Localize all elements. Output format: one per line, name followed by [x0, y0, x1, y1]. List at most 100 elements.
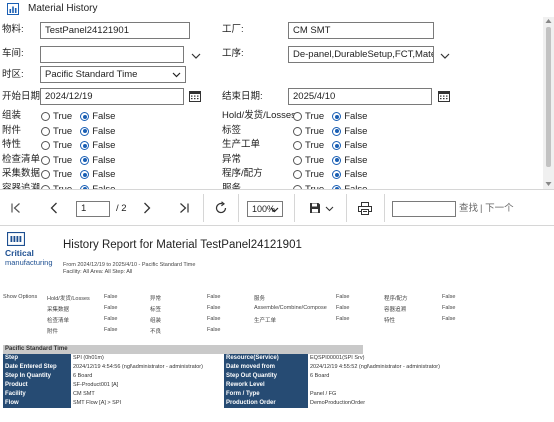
radio-button[interactable]	[293, 170, 302, 179]
radio-button[interactable]	[293, 141, 302, 150]
radio-true[interactable]: True	[41, 111, 72, 122]
zoom-select[interactable]: 100%	[247, 201, 283, 217]
refresh-button[interactable]	[212, 199, 230, 217]
workshop-input[interactable]	[40, 46, 184, 63]
radio-button[interactable]	[80, 126, 90, 136]
toolbar-divider	[384, 194, 385, 222]
detail-key: Resource(Service)	[224, 354, 308, 363]
radio-true[interactable]: True	[293, 111, 324, 122]
radio-false[interactable]: False	[332, 111, 367, 122]
radio-false[interactable]: False	[80, 169, 115, 180]
radio-button[interactable]	[41, 170, 50, 179]
step-dropdown-icon[interactable]	[439, 50, 451, 62]
detail-value: 2024/12/19 4:54:56 (ngl\administrator - …	[73, 364, 203, 370]
factory-input[interactable]: CM SMT	[288, 22, 434, 39]
show-option-name: 容器追溯	[384, 307, 407, 313]
option-label: 特性	[2, 139, 22, 150]
detail-value: EQSPI00001(SPI Srv)	[310, 355, 365, 361]
radio-button[interactable]	[332, 170, 342, 179]
step-input[interactable]: De-panel,DurableSetup,FCT,Materiall	[288, 46, 434, 63]
radio-true[interactable]: True	[41, 140, 72, 151]
show-option-value: False	[104, 316, 118, 322]
end-calendar-icon[interactable]	[438, 90, 450, 102]
radio-true[interactable]: True	[293, 126, 324, 137]
detail-row: Flow SMT Flow [A] > SPI Production Order De…	[3, 399, 535, 408]
find-link[interactable]: 查找	[459, 203, 478, 215]
workshop-dropdown-icon[interactable]	[190, 50, 202, 62]
material-input[interactable]: TestPanel24121901	[40, 22, 190, 39]
scroll-up-icon[interactable]	[545, 18, 552, 24]
option-label: Hold/发货/Losses	[222, 110, 296, 121]
radio-button[interactable]	[41, 112, 50, 121]
option-radio-group: True False	[41, 111, 123, 122]
option-label: 标签	[222, 124, 242, 136]
next-page-button[interactable]	[139, 199, 155, 217]
radio-button[interactable]	[80, 112, 90, 121]
detail-row: Step SPI (0h01m) Resource(Service) EQSPI000…	[3, 354, 535, 363]
previous-page-button[interactable]	[46, 199, 62, 217]
report-content: Critical manufacturing History Report fo…	[0, 226, 554, 422]
radio-button[interactable]	[80, 170, 90, 179]
show-option-value: False	[207, 316, 221, 322]
app-chart-icon	[7, 2, 19, 15]
radio-true[interactable]: True	[41, 169, 72, 180]
start-date-input[interactable]: 2024/12/19	[40, 88, 184, 105]
radio-true-label: True	[53, 154, 73, 166]
end-date-label: 结束日期:	[222, 91, 263, 102]
end-date-input[interactable]: 2025/4/10	[288, 88, 432, 105]
radio-false[interactable]: False	[80, 140, 115, 151]
radio-button[interactable]	[80, 155, 90, 165]
detail-value: SF-Product001 [A]	[73, 382, 119, 388]
last-page-button[interactable]	[176, 199, 192, 217]
radio-false[interactable]: False	[80, 111, 115, 122]
details-grid: Step SPI (0h01m) Resource(Service) EQSPI000…	[3, 354, 535, 408]
page-number-input[interactable]: 1	[76, 201, 110, 217]
radio-button[interactable]	[332, 141, 342, 150]
radio-true[interactable]: True	[293, 140, 324, 151]
scroll-thumb[interactable]	[546, 27, 551, 167]
radio-true[interactable]: True	[41, 126, 72, 137]
option-label: 采集数据	[2, 168, 41, 179]
radio-true[interactable]: True	[293, 169, 324, 180]
detail-value: CM SMT	[73, 391, 95, 397]
timezone-select[interactable]: Pacific Standard Time	[40, 66, 186, 83]
show-option-value: False	[442, 294, 456, 300]
radio-button[interactable]	[80, 141, 90, 150]
radio-button[interactable]	[41, 126, 50, 136]
option-radio-group: True False	[41, 155, 123, 166]
show-option-value: False	[336, 316, 350, 322]
radio-button[interactable]	[332, 155, 342, 165]
start-calendar-icon[interactable]	[189, 90, 201, 102]
radio-false[interactable]: False	[332, 126, 367, 137]
radio-button[interactable]	[332, 112, 342, 121]
find-next-link[interactable]: | 下一个	[480, 203, 514, 215]
radio-button[interactable]	[293, 126, 302, 136]
first-page-button[interactable]	[8, 199, 24, 217]
toolbar-divider	[346, 194, 347, 222]
find-input[interactable]	[392, 201, 456, 217]
radio-false[interactable]: False	[80, 126, 115, 137]
detail-key: Date Entered Step	[3, 363, 71, 372]
radio-button[interactable]	[293, 155, 302, 165]
radio-true[interactable]: True	[41, 155, 72, 166]
detail-value: SPI (0h01m)	[73, 355, 104, 361]
chevron-down-icon	[325, 206, 333, 211]
radio-true[interactable]: True	[293, 155, 324, 166]
print-button[interactable]	[356, 199, 374, 217]
section-header: Pacific Standard Time	[3, 345, 363, 354]
step-label: 工序:	[222, 48, 244, 59]
radio-false[interactable]: False	[332, 140, 367, 151]
radio-button[interactable]	[293, 112, 302, 121]
filter-scrollbar[interactable]	[543, 17, 554, 189]
radio-false[interactable]: False	[332, 155, 367, 166]
radio-button[interactable]	[41, 141, 50, 150]
factory-label: 工厂:	[222, 24, 244, 35]
option-radio-group: True False	[41, 126, 123, 137]
radio-button[interactable]	[332, 126, 342, 136]
radio-false[interactable]: False	[80, 155, 115, 166]
radio-button[interactable]	[41, 155, 50, 165]
radio-false[interactable]: False	[332, 169, 367, 180]
detail-value: SMT Flow [A] > SPI	[73, 400, 122, 406]
export-button[interactable]	[306, 199, 336, 217]
scroll-down-icon[interactable]	[545, 181, 552, 187]
